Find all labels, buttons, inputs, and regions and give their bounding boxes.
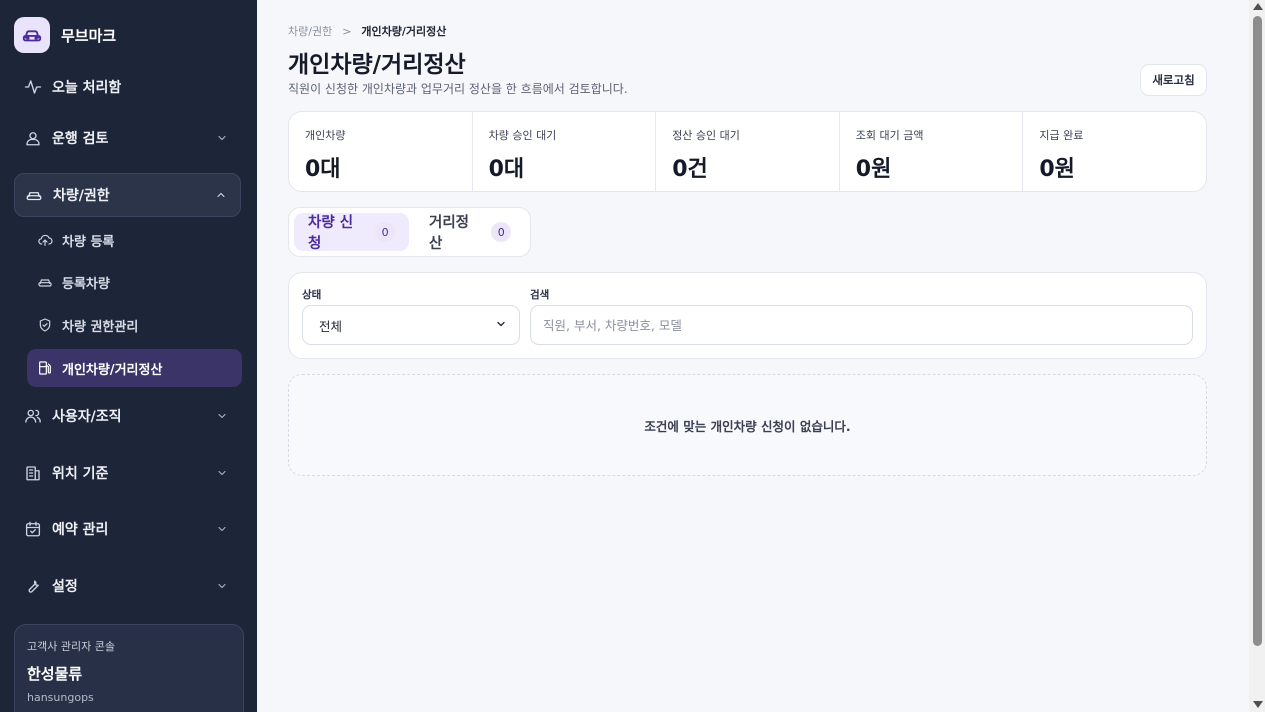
fuel-icon (37, 360, 53, 376)
car-logo-icon (14, 17, 50, 53)
chevron-up-icon (214, 188, 228, 202)
stat-value: 0대 (488, 157, 525, 182)
breadcrumb: 차량/권한 > 개인차량/거리정산 (288, 23, 446, 39)
sidebar-item-label: 차량 등록 (62, 234, 115, 250)
brand[interactable]: 무브마크 (14, 17, 116, 53)
nav-item-label: 설정 (52, 579, 78, 595)
tab-bar: 차량 신청 0 거리정산 0 (288, 207, 531, 257)
tab-count-badge: 0 (375, 222, 395, 242)
stat-vehicle-approval-pending: 차량 승인 대기 0대 (473, 112, 657, 191)
breadcrumb-separator: > (342, 24, 352, 38)
sidebar: 무브마크 오늘 처리함 운행 검토 차량/권한 차량 등록 등록차량 차량 권한… (0, 0, 257, 712)
building-icon (24, 464, 42, 482)
stat-settle-approval-pending: 정산 승인 대기 0건 (656, 112, 840, 191)
brand-name: 무브마크 (61, 26, 117, 45)
nav-item-label: 차량/권한 (53, 188, 110, 204)
stat-label: 차량 승인 대기 (488, 129, 557, 142)
page-description: 직원이 신청한 개인차량과 업무거리 정산을 한 흐름에서 검토합니다. (288, 82, 628, 96)
sidebar-item-registered-vehicles[interactable]: 등록차량 (27, 263, 242, 301)
stat-label: 지급 완료 (1039, 129, 1084, 142)
stat-pending-amount: 조회 대기 금액 0원 (840, 112, 1024, 191)
chevron-down-icon (215, 131, 229, 145)
sidebar-item-permission-mgmt[interactable]: 차량 권한관리 (27, 306, 242, 344)
nav-item-label: 위치 기준 (52, 466, 109, 482)
calendar-check-icon (24, 520, 42, 538)
stat-value: 0원 (855, 157, 892, 182)
tab-label: 차량 신청 (308, 215, 354, 252)
nav-item-drive-review[interactable]: 운행 검토 (14, 118, 241, 158)
stats-summary: 개인차량 0대 차량 승인 대기 0대 정산 승인 대기 0건 조회 대기 금액… (288, 111, 1207, 192)
nav-item-today[interactable]: 오늘 처리함 (14, 67, 241, 107)
users-icon (24, 407, 42, 425)
nav-item-settings[interactable]: 설정 (14, 566, 241, 606)
tab-label: 거리정산 (428, 215, 470, 252)
tab-vehicle-request[interactable]: 차량 신청 0 (294, 213, 409, 252)
status-select-value: 전체 (319, 318, 343, 334)
scroll-thumb[interactable] (1253, 16, 1262, 646)
chevron-down-icon (215, 522, 229, 536)
scroll-up-arrow-icon[interactable] (1253, 3, 1263, 10)
car-icon (25, 186, 43, 204)
breadcrumb-current: 개인차량/거리정산 (361, 25, 447, 38)
scrollbar[interactable] (1249, 0, 1265, 712)
chevron-down-icon (495, 318, 507, 333)
refresh-button[interactable]: 새로고침 (1140, 64, 1207, 96)
cloud-upload-icon (37, 232, 53, 248)
sidebar-item-label: 개인차량/거리정산 (62, 362, 163, 378)
sidebar-item-vehicle-register[interactable]: 차량 등록 (27, 221, 242, 259)
shield-icon (37, 317, 53, 333)
sidebar-item-personal-settle[interactable]: 개인차량/거리정산 (27, 349, 242, 387)
nav-item-location[interactable]: 위치 기준 (14, 453, 241, 493)
chevron-down-icon (215, 409, 229, 423)
company-name: 한성물류 (27, 665, 83, 683)
stat-value: 0대 (305, 157, 341, 182)
console-label: 고객사 관리자 콘솔 (27, 640, 115, 653)
nav-item-label: 운행 검토 (52, 131, 109, 147)
tab-count-badge: 0 (491, 222, 511, 242)
activity-icon (24, 78, 42, 96)
sidebar-item-label: 차량 권한관리 (62, 319, 139, 335)
admin-console-card: 고객사 관리자 콘솔 한성물류 hansungops (14, 624, 244, 712)
sidebar-item-label: 등록차량 (62, 276, 110, 292)
nav-item-vehicle-permission[interactable]: 차량/권한 (14, 173, 241, 217)
page-title: 개인차량/거리정산 (288, 52, 466, 78)
stat-label: 개인차량 (305, 129, 346, 142)
car-icon (37, 274, 53, 290)
scroll-down-arrow-icon[interactable] (1253, 701, 1263, 708)
stat-value: 0건 (672, 157, 708, 182)
user-check-icon (24, 129, 42, 147)
empty-message: 조건에 맞는 개인차량 신청이 없습니다. (644, 418, 851, 434)
nav-item-reservation[interactable]: 예약 관리 (14, 509, 241, 549)
main-content: 차량/권한 > 개인차량/거리정산 개인차량/거리정산 직원이 신청한 개인차량… (257, 0, 1248, 712)
chevron-down-icon (215, 579, 229, 593)
stat-paid: 지급 완료 0원 (1023, 112, 1206, 191)
wrench-icon (24, 577, 42, 595)
tab-distance-settle[interactable]: 거리정산 0 (415, 213, 525, 252)
search-input[interactable] (530, 305, 1193, 345)
stat-label: 정산 승인 대기 (672, 129, 740, 142)
search-label: 검색 (530, 289, 550, 301)
filter-panel: 상태 전체 검색 (288, 272, 1207, 359)
nav-item-label: 예약 관리 (52, 522, 109, 538)
nav-item-user-org[interactable]: 사용자/조직 (14, 396, 241, 436)
nav-item-label: 사용자/조직 (52, 409, 122, 425)
status-select[interactable]: 전체 (302, 305, 520, 345)
breadcrumb-parent[interactable]: 차량/권한 (288, 23, 332, 39)
stat-personal-vehicles: 개인차량 0대 (289, 112, 473, 191)
stat-value: 0원 (1039, 157, 1075, 182)
account-id: hansungops (27, 691, 94, 704)
stat-label: 조회 대기 금액 (855, 129, 924, 142)
chevron-down-icon (215, 466, 229, 480)
nav-item-label: 오늘 처리함 (52, 80, 122, 96)
status-label: 상태 (302, 289, 322, 301)
empty-state: 조건에 맞는 개인차량 신청이 없습니다. (288, 374, 1207, 476)
